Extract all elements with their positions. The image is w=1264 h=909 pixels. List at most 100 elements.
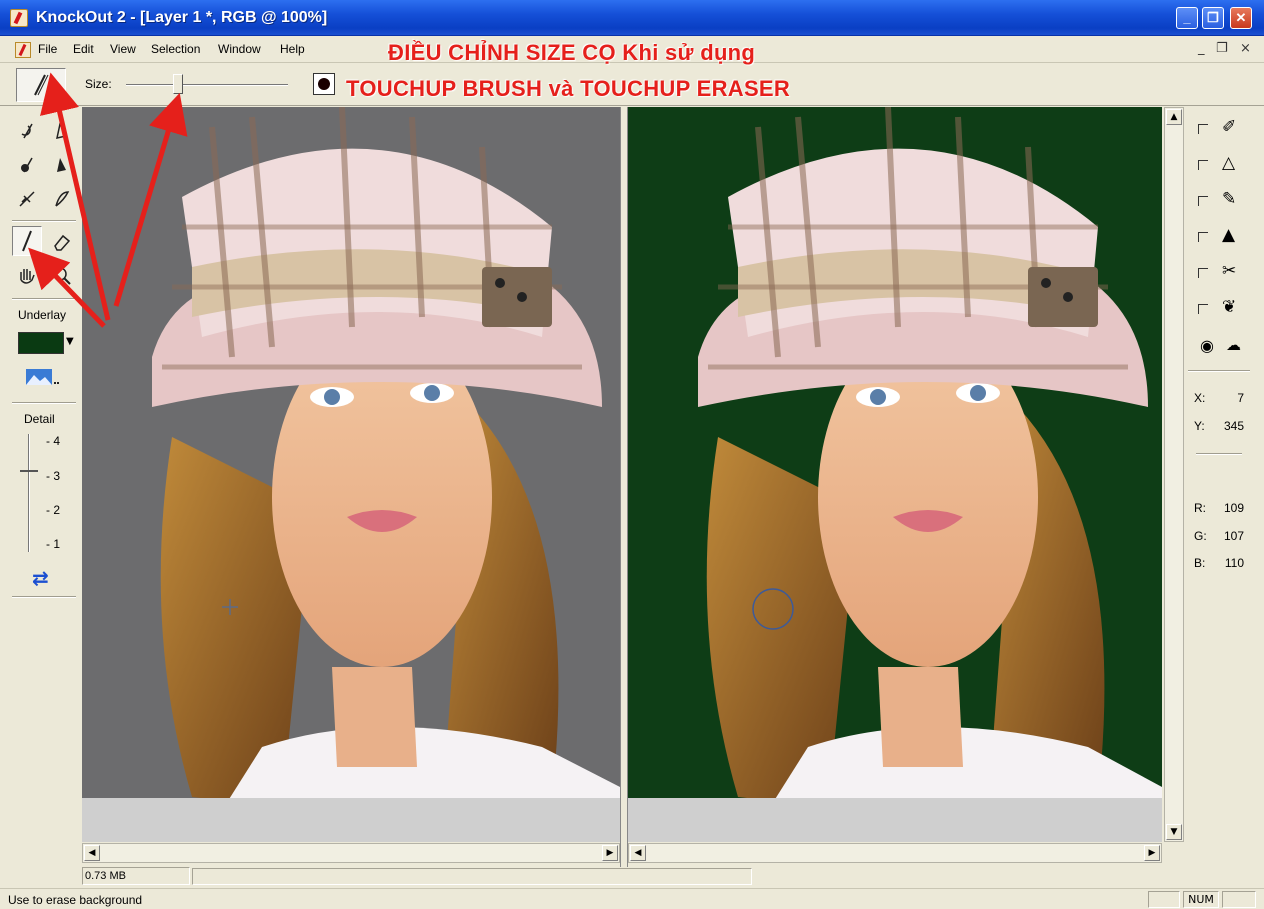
left-toolbar: Underlay ▼ Detail - 4 - 3 - 2 - 1 ⇄ [8, 108, 80, 888]
right-horizontal-scrollbar[interactable]: ◀ ▶ [628, 843, 1162, 863]
mdi-close-button[interactable]: × [1240, 41, 1251, 56]
pane-divider[interactable] [620, 107, 628, 867]
status-bar: Use to erase background NUM [0, 888, 1264, 909]
detail-tick-1: - 1 [46, 537, 61, 551]
detail-tick-4: - 4 [46, 434, 61, 448]
info-field [192, 868, 752, 885]
knockout-app-icon[interactable] [10, 9, 28, 27]
scroll-right-icon[interactable]: ▶ [602, 845, 618, 861]
scroll-down-icon[interactable]: ▼ [1166, 824, 1182, 840]
menu-help[interactable]: Help [280, 42, 305, 56]
panel-separator [1196, 453, 1242, 455]
original-image-pane[interactable] [82, 107, 620, 842]
scroll-right-icon[interactable]: ▶ [1144, 845, 1160, 861]
close-button[interactable]: ✕ [1230, 7, 1252, 29]
detail-slider-track[interactable] [28, 434, 30, 552]
r-value: 109 [1223, 501, 1244, 515]
x-value: 7 [1237, 391, 1244, 405]
menu-edit[interactable]: Edit [73, 42, 94, 56]
outside-object-fill-icon[interactable] [46, 150, 76, 180]
eye-icon[interactable]: ◉ [1200, 336, 1214, 355]
brush-preview-icon [313, 73, 335, 95]
current-tool-button[interactable] [16, 68, 66, 102]
title-bar: KnockOut 2 - [Layer 1 *, RGB @ 100%] _ ❐… [0, 0, 1264, 36]
window-title: KnockOut 2 - [Layer 1 *, RGB @ 100%] [36, 9, 328, 26]
inside-object-fill-icon[interactable] [12, 150, 42, 180]
touchup-eraser-icon[interactable] [46, 226, 76, 256]
vertical-scrollbar[interactable]: ▲ ▼ [1164, 107, 1184, 842]
shadow-icon[interactable] [12, 184, 42, 214]
scroll-left-icon[interactable]: ◀ [84, 845, 100, 861]
outside-object-icon[interactable] [46, 116, 76, 146]
b-value: 110 [1224, 556, 1244, 570]
annotation-line-2: TOUCHUP BRUSH và TOUCHUP ERASER [346, 76, 791, 101]
info-bar: 0.73 MB [82, 866, 1182, 886]
scroll-up-icon[interactable]: ▲ [1166, 109, 1182, 125]
restore-button[interactable]: ❐ [1202, 7, 1224, 29]
toolbar-separator [12, 220, 76, 222]
document-icon[interactable] [15, 42, 31, 58]
status-message: Use to erase background [8, 893, 143, 907]
mdi-restore-button[interactable]: ❐ [1216, 41, 1228, 56]
detail-label: Detail [24, 412, 55, 426]
result-image-pane[interactable] [628, 107, 1162, 842]
fine-detail-icon[interactable] [46, 184, 76, 214]
checkbox[interactable] [1198, 124, 1208, 134]
size-label: Size: [85, 77, 112, 91]
fine-detail-icon: ❦ [1222, 297, 1237, 317]
memory-readout: 0.73 MB [82, 867, 190, 885]
scroll-left-icon[interactable]: ◀ [630, 845, 646, 861]
menu-window[interactable]: Window [218, 42, 261, 56]
hand-icon[interactable] [12, 260, 42, 290]
outside-object-fill-icon: ▲ [1222, 225, 1236, 245]
checkbox[interactable] [1198, 304, 1208, 314]
checkbox[interactable] [1198, 268, 1208, 278]
inside-object-fill-icon: ✎ [1222, 189, 1237, 209]
shadow-icon: ✂ [1222, 261, 1237, 281]
annotation-line-1: ĐIỀU CHỈNH SIZE CỌ Khi sử dụng [388, 40, 756, 65]
layer-toggle-outside-fill[interactable]: ▲ [1198, 224, 1248, 250]
view-toggle-group: ◉ ☁ [1196, 332, 1248, 360]
layer-toggle-inside-fill[interactable]: ✎ [1198, 188, 1248, 214]
zoom-icon[interactable] [46, 260, 76, 290]
mdi-minimize-button[interactable]: _ [1198, 41, 1205, 56]
menu-view[interactable]: View [110, 42, 136, 56]
outside-object-icon: △ [1222, 153, 1236, 173]
chevron-down-icon[interactable]: ▼ [66, 336, 74, 347]
layer-toggle-fine-detail[interactable]: ❦ [1198, 296, 1248, 322]
inside-object-icon: ✐ [1222, 117, 1237, 137]
touchup-brush-icon[interactable] [12, 226, 42, 256]
touchup-brush-icon [34, 74, 49, 96]
checkbox[interactable] [1198, 232, 1208, 242]
size-slider-track[interactable] [126, 84, 288, 86]
inside-object-icon[interactable] [12, 116, 42, 146]
num-lock-indicator: NUM [1183, 891, 1219, 908]
portrait-photo-result [698, 107, 1162, 842]
menu-selection[interactable]: Selection [151, 42, 200, 56]
panel-separator [1188, 370, 1250, 372]
detail-tick-2: - 2 [46, 503, 61, 517]
underlay-image-icon[interactable] [24, 366, 60, 388]
underlay-label: Underlay [18, 308, 67, 322]
portrait-photo-original [152, 107, 620, 842]
g-value: 107 [1223, 529, 1244, 543]
detail-slider-thumb[interactable] [20, 470, 38, 478]
lasso-icon[interactable]: ☁ [1226, 336, 1241, 354]
minimize-button[interactable]: _ [1176, 7, 1198, 29]
detail-tick-3: - 3 [46, 469, 61, 483]
toolbar-separator [12, 596, 76, 598]
underlay-color-swatch[interactable] [18, 332, 64, 354]
canvas-margin [82, 798, 620, 842]
layer-toggle-outside-object[interactable]: △ [1198, 152, 1248, 178]
checkbox[interactable] [1198, 196, 1208, 206]
layer-toggle-inside-object[interactable]: ✐ [1198, 116, 1248, 142]
size-slider-thumb[interactable] [172, 74, 183, 94]
canvas-margin [628, 798, 1162, 842]
layer-toggle-shadow[interactable]: ✂ [1198, 260, 1248, 286]
toolbar-separator [12, 402, 76, 404]
checkbox[interactable] [1198, 160, 1208, 170]
swap-arrows-icon[interactable]: ⇄ [32, 566, 49, 590]
y-value: 345 [1223, 419, 1244, 433]
menu-file[interactable]: File [38, 42, 57, 56]
left-horizontal-scrollbar[interactable]: ◀ ▶ [82, 843, 620, 863]
